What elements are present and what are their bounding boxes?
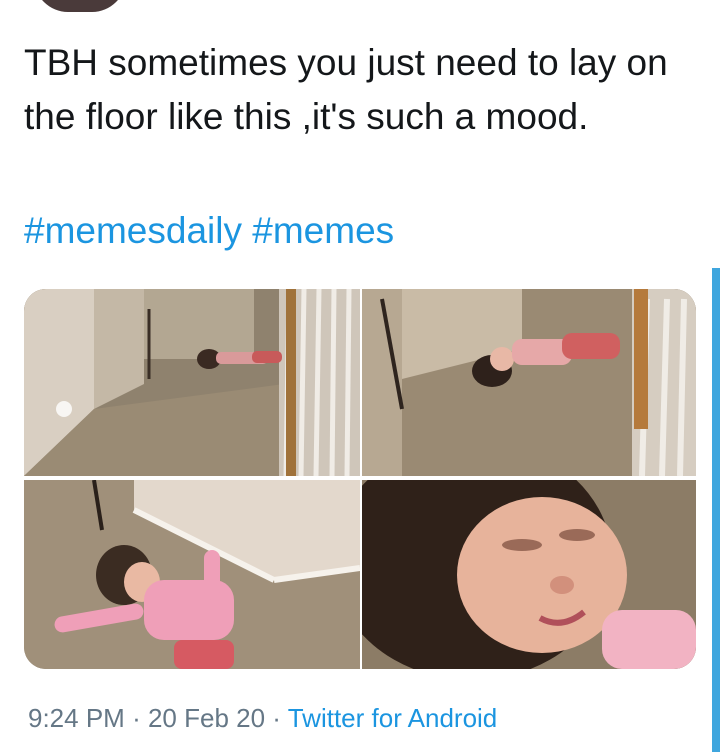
tweet-meta: 9:24 PM · 20 Feb 20 · Twitter for Androi… [28,700,497,736]
hashtag-memes-link[interactable]: #memes [252,210,394,251]
hashtag-row: #memesdaily #memes [24,204,394,258]
photo-3[interactable] [24,480,360,669]
photo-toddler-on-floor-near-railing-icon [362,289,696,476]
tweet-time[interactable]: 9:24 PM [28,703,125,733]
scroll-indicator[interactable] [712,268,720,752]
avatar[interactable] [34,0,126,12]
meta-separator: · [272,703,281,733]
media-grid [24,289,696,669]
photo-toddler-face-closeup-icon [362,480,696,669]
tweet-text: TBH sometimes you just need to lay on th… [24,42,668,137]
meta-separator: · [132,703,141,733]
photo-2[interactable] [362,289,696,476]
hashtag-memesdaily-link[interactable]: #memesdaily [24,210,242,251]
photo-toddler-on-floor-far-icon [24,289,360,476]
photo-toddler-on-floor-overhead-icon [24,480,360,669]
photo-4[interactable] [362,480,696,669]
tweet-source-link[interactable]: Twitter for Android [288,703,498,733]
photo-1[interactable] [24,289,360,476]
tweet-date[interactable]: 20 Feb 20 [148,703,265,733]
tweet-detail: TBH sometimes you just need to lay on th… [0,0,720,752]
